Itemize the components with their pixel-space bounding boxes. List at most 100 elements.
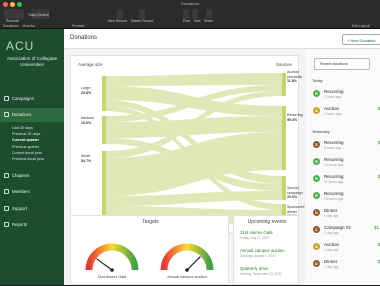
find-label: Find bbox=[183, 19, 190, 23]
new-record-label: New Record bbox=[108, 19, 128, 23]
events-title: Upcoming events bbox=[247, 219, 287, 225]
event-item[interactable]: Quarterly drive Monday, September 21, 20… bbox=[240, 266, 282, 276]
recent-donations-button[interactable]: Recent donations bbox=[314, 58, 370, 70]
preview-button[interactable]: Preview bbox=[72, 24, 84, 28]
event-date: Monday, September 21, 2020 bbox=[240, 272, 282, 276]
donation-type: Recurring bbox=[324, 89, 344, 94]
sidebar-item-label: Reports bbox=[12, 222, 28, 227]
donation-time: 14 hours ago bbox=[324, 163, 344, 167]
donation-type: Recurring bbox=[324, 140, 344, 145]
sidebar-item-support[interactable]: Support bbox=[0, 202, 64, 216]
node-name: Sponsored dinner bbox=[287, 205, 305, 214]
delete-record-button[interactable] bbox=[139, 9, 145, 19]
donation-time: 1 hours ago bbox=[324, 95, 342, 99]
sidebar-item-donations[interactable]: Donations bbox=[0, 108, 64, 122]
event-item[interactable]: 31st Alumni Gala Friday, July 17, 2020 bbox=[240, 230, 272, 240]
node-recurring bbox=[282, 106, 286, 170]
event-name: Quarterly drive bbox=[240, 266, 269, 271]
donor-avatar: R bbox=[313, 90, 320, 97]
donation-row[interactable]: DDinner1 day ago$500.00 bbox=[305, 257, 380, 274]
gauge-alumni-gala bbox=[85, 243, 139, 272]
donation-row[interactable]: RRecurring17 hours ago$185.00 bbox=[305, 172, 380, 189]
donation-type: Recurring bbox=[324, 174, 344, 179]
gauge-campus-auction bbox=[160, 243, 214, 272]
donation-time: 1 day ago bbox=[324, 248, 339, 252]
donation-row[interactable]: AAuction2 hours ago$475.00 bbox=[305, 104, 380, 121]
donation-row[interactable]: RRecurring23 hours ago$75.00 bbox=[305, 189, 380, 206]
donation-type: Campaign #2 bbox=[324, 225, 351, 230]
sidebar-item-members[interactable]: Members bbox=[0, 185, 64, 199]
donation-icon bbox=[4, 112, 9, 117]
filter-current-fiscal-year[interactable]: Current fiscal year bbox=[12, 151, 42, 155]
donation-row[interactable]: SRecurring8 hours ago$250.00 bbox=[305, 138, 380, 155]
donation-time: 23 hours ago bbox=[324, 197, 344, 201]
event-item[interactable]: Annual campus auction Saturday, August 1… bbox=[240, 248, 285, 258]
new-record-button[interactable] bbox=[117, 9, 123, 19]
donation-type: Auction bbox=[324, 106, 340, 111]
node-pct: 15.6% bbox=[81, 120, 92, 125]
day-header-yesterday: Yesterday bbox=[312, 129, 330, 134]
sidebar-item-label: Donations bbox=[12, 112, 32, 117]
filter-previous-fiscal-year[interactable]: Previous fiscal year bbox=[12, 157, 44, 161]
event-date: Saturday, August 1, 2020 bbox=[240, 254, 276, 258]
gauge-label-gala: 31st Alumni Gala bbox=[97, 275, 127, 279]
window-title: Donations bbox=[180, 1, 199, 6]
filter-previous-quarter[interactable]: Previous quarter bbox=[12, 145, 39, 149]
donation-time: 1 day ago bbox=[324, 231, 339, 235]
sankey-diagram bbox=[102, 73, 286, 226]
sankey-card: Average size Sources Large 29.8% Medium … bbox=[70, 55, 304, 233]
page-title: Donations bbox=[70, 35, 98, 41]
node-special bbox=[282, 176, 286, 200]
node-name: Special campaign bbox=[287, 186, 303, 195]
find-button[interactable] bbox=[183, 9, 189, 19]
filter-previous-30-days[interactable]: Previous 30 days bbox=[12, 132, 40, 136]
sidebar-item-label: Support bbox=[12, 206, 28, 211]
donation-row[interactable]: C Campaign #21 day ago $1,000.00 bbox=[305, 223, 380, 240]
layout-label[interactable]: Donations bbox=[3, 24, 19, 28]
node-name: Small bbox=[81, 154, 90, 158]
node-name: Auction proceeds bbox=[287, 70, 302, 79]
sidebar-item-reports[interactable]: Reports bbox=[0, 218, 64, 232]
gauge-needle bbox=[96, 258, 113, 271]
new-donation-button[interactable]: + New Donation bbox=[342, 34, 380, 45]
recent-donations-panel: Recent donations Today R Recurring 1 hours… bbox=[305, 49, 380, 285]
sidebar-item-campaigns[interactable]: Campaigns bbox=[0, 92, 64, 106]
sidebar-item-label: Chapters bbox=[12, 173, 30, 178]
filter-last-30-days[interactable]: Last 30 days bbox=[12, 126, 33, 130]
donation-row[interactable]: RRecurring1 hours ago$50.00 bbox=[305, 87, 380, 104]
sidebar-item-chapters[interactable]: Chapters bbox=[0, 169, 64, 183]
donation-row[interactable]: DDinner1 day ago$60.00 bbox=[305, 206, 380, 223]
window-toolbar: Donations Records Total (Sorted) New Rec… bbox=[0, 0, 380, 29]
records-label: Records bbox=[6, 19, 20, 23]
donor-avatar: R bbox=[313, 192, 320, 199]
node-label-small: Small 54.7% bbox=[81, 154, 91, 163]
support-icon bbox=[4, 206, 9, 211]
sidebar-item-label: Members bbox=[12, 189, 30, 194]
donation-row[interactable]: RRecurring14 hours ago$42.00 bbox=[305, 155, 380, 172]
donation-row[interactable]: AAuction1 day ago$250.00 bbox=[305, 240, 380, 257]
node-medium bbox=[102, 116, 106, 144]
sidebar-item-label: Campaigns bbox=[12, 96, 34, 101]
donation-type: Auction bbox=[324, 242, 340, 247]
total-sorted-label: Total (Sorted) bbox=[28, 13, 50, 17]
filter-label: Current quarter bbox=[12, 138, 40, 142]
donor-avatar: S bbox=[313, 141, 320, 148]
records-nav[interactable] bbox=[4, 9, 24, 19]
donor-avatar: D bbox=[313, 209, 320, 216]
edit-layout-button[interactable]: Edit Layout bbox=[352, 24, 370, 28]
donor-avatar: C bbox=[313, 226, 320, 233]
node-name: Medium bbox=[81, 116, 94, 120]
reports-icon bbox=[4, 222, 9, 227]
donor-avatar: R bbox=[313, 175, 320, 182]
share-button[interactable] bbox=[206, 9, 212, 19]
donor-avatar: A bbox=[313, 107, 320, 114]
gauge-needle bbox=[186, 256, 201, 271]
chapter-icon bbox=[4, 173, 9, 178]
gauge-label-auction: Annual campus auction bbox=[167, 275, 207, 279]
flow-large-auction bbox=[106, 73, 282, 86]
sort-button[interactable] bbox=[192, 9, 198, 19]
page-header: Donations + New Donation bbox=[64, 29, 380, 49]
filter-current-quarter[interactable]: Current quarter bbox=[12, 138, 39, 142]
node-auction bbox=[282, 73, 286, 96]
sidebar: ACU Association of Collegiate Universiti… bbox=[0, 29, 64, 285]
